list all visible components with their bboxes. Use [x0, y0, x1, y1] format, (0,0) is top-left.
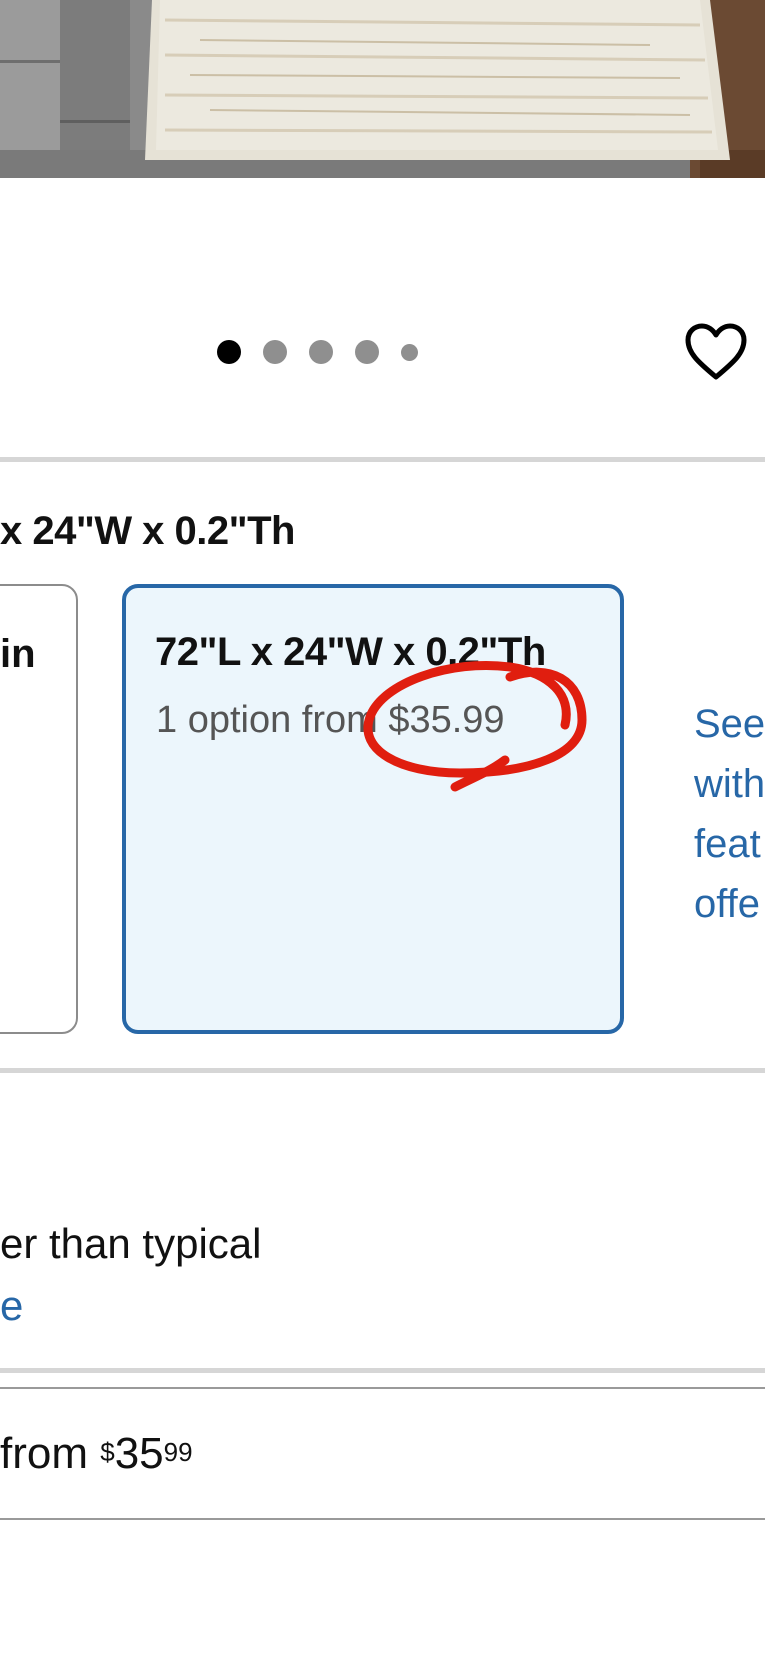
section-divider: [0, 1068, 765, 1073]
see-link-line: with: [694, 762, 765, 806]
section-divider: [0, 1368, 765, 1373]
heart-outline-icon: [685, 323, 747, 380]
see-link-line: offe: [694, 882, 760, 926]
price-cents: 99: [163, 1437, 193, 1467]
price-summary[interactable]: from $3599: [0, 1422, 193, 1486]
section-divider: [0, 457, 765, 462]
carousel-pagination: [217, 339, 418, 365]
carousel-dot-3[interactable]: [309, 340, 333, 364]
price-dollars: 35: [114, 1429, 164, 1478]
see-more-options-link[interactable]: See with feat offe: [694, 694, 765, 934]
price-prefix: from: [0, 1429, 101, 1478]
section-divider: [0, 1518, 765, 1520]
carousel-dot-2[interactable]: [263, 340, 287, 364]
section-divider: [0, 1387, 765, 1389]
carousel-dot-4[interactable]: [355, 340, 379, 364]
savings-link[interactable]: e: [0, 1278, 23, 1334]
product-image[interactable]: [0, 0, 765, 178]
size-option-price: 1 option from $35.99: [156, 699, 505, 741]
size-option-title: 72"L x 24"W x 0.2"Th: [155, 630, 546, 674]
savings-text: er than typical: [0, 1220, 262, 1267]
price-currency: $: [100, 1437, 115, 1467]
see-link-line: See: [694, 702, 765, 746]
selected-size-title: x 24"W x 0.2"Th: [0, 509, 295, 553]
favorite-button[interactable]: [684, 322, 748, 382]
carousel-dot-5[interactable]: [401, 343, 418, 361]
see-link-line: feat: [694, 822, 761, 866]
size-option-label: in: [0, 632, 36, 676]
carousel-dot-1[interactable]: [217, 340, 241, 364]
